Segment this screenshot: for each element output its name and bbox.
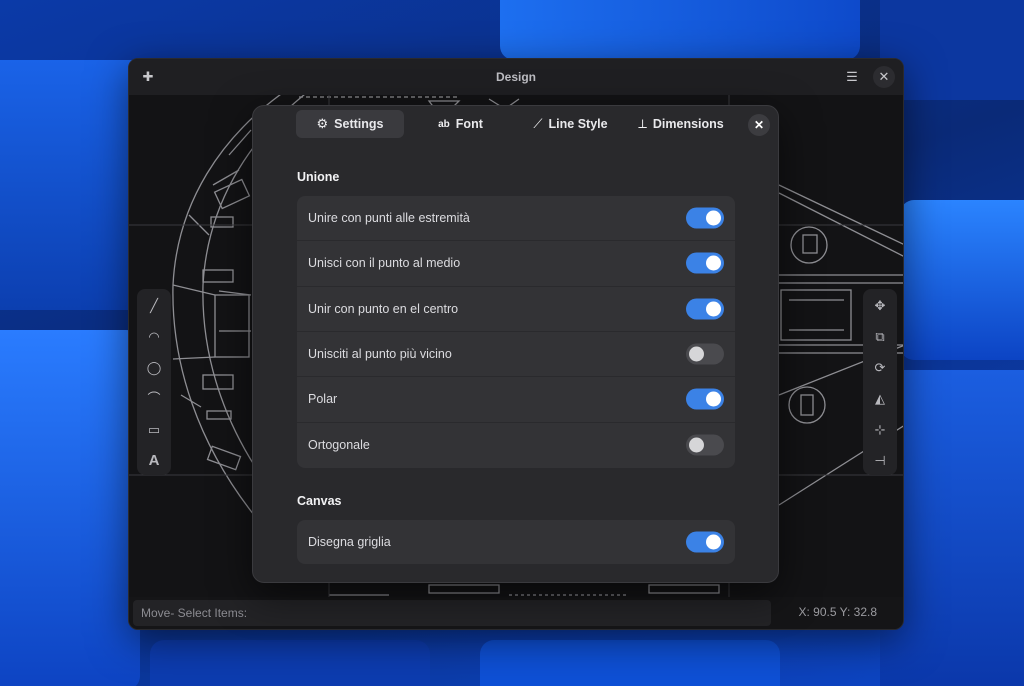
gear-icon: ⚙: [316, 116, 329, 131]
modify-tools-toolbar: ✥ ⧉ ⟳ ◭ ⊹ ⊣: [863, 289, 897, 475]
mirror-tool-icon[interactable]: ◭: [869, 388, 891, 409]
tab-label: Font: [455, 117, 483, 131]
toggle-switch[interactable]: [686, 388, 724, 410]
copy-tool-icon[interactable]: ⧉: [869, 326, 891, 347]
rectangle-tool-icon[interactable]: ▭: [143, 419, 165, 440]
toggle-knob: [706, 210, 721, 226]
line-tool-icon[interactable]: ╱: [143, 295, 165, 316]
setting-label: Unir con punto en el centro: [308, 301, 459, 316]
toggle-switch[interactable]: [686, 434, 724, 456]
setting-label: Ortogonale: [308, 438, 370, 453]
font-icon: ab: [438, 118, 450, 130]
wallpaper-shape: [500, 0, 860, 60]
setting-row: Unisciti al punto più vicino: [297, 332, 735, 378]
toggle-knob: [689, 346, 704, 362]
tab-font[interactable]: ab Font: [423, 110, 498, 138]
wallpaper-shape: [900, 200, 1024, 360]
setting-row: Unire con punti alle estremità: [297, 196, 735, 242]
hamburger-menu-icon[interactable]: ☰: [841, 66, 863, 88]
setting-row: Ortogonale: [297, 423, 735, 468]
setting-row: Unir con punto en el centro: [297, 287, 735, 332]
canvas-settings-group: Disegna griglia: [297, 520, 735, 564]
section-title-canvas: Canvas: [297, 494, 342, 508]
setting-label: Polar: [308, 392, 338, 407]
tab-label: Dimensions: [652, 117, 724, 131]
extend-tool-icon[interactable]: ⊣: [869, 450, 891, 471]
toggle-knob: [706, 255, 721, 271]
union-settings-group: Unire con punti alle estremità Unisci con…: [297, 196, 735, 468]
setting-label: Unisci con il punto al medio: [308, 256, 461, 271]
tab-label: Settings: [334, 117, 384, 131]
move-tool-icon[interactable]: ✥: [869, 295, 891, 316]
curve-tool-icon[interactable]: ⌒: [143, 388, 165, 409]
arc-tool-icon[interactable]: ◠: [143, 326, 165, 347]
line-style-icon: ⟋: [533, 116, 543, 131]
status-bar: Move- Select Items: X: 90.5 Y: 32.8: [129, 597, 903, 629]
settings-dialog: ⚙ Settings ab Font ⟋ Line Style ⟂ Dimens…: [252, 105, 779, 583]
setting-label: Unire con punti alle estremità: [308, 211, 470, 226]
text-tool-icon[interactable]: A: [143, 450, 165, 471]
circle-tool-icon[interactable]: ◯: [143, 357, 165, 378]
cursor-coordinates: X: 90.5 Y: 32.8: [798, 605, 877, 619]
toggle-switch[interactable]: [686, 531, 724, 553]
toggle-knob: [706, 301, 721, 317]
dialog-tabs: ⚙ Settings ab Font ⟋ Line Style ⟂ Dimens…: [253, 106, 778, 142]
drawing-tools-toolbar: ╱ ◠ ◯ ⌒ ▭ A: [137, 289, 171, 475]
setting-label: Unisciti al punto più vicino: [308, 347, 452, 362]
toggle-switch[interactable]: [686, 252, 724, 274]
window-title: Design: [495, 70, 536, 84]
trim-tool-icon[interactable]: ⊹: [869, 419, 891, 440]
setting-row: Polar: [297, 377, 735, 423]
tab-label: Line Style: [548, 117, 608, 131]
section-title-union: Unione: [297, 170, 340, 184]
setting-row: Unisci con il punto al medio: [297, 241, 735, 287]
toggle-knob: [706, 534, 721, 550]
tab-line-style[interactable]: ⟋ Line Style: [523, 110, 618, 138]
rotate-tool-icon[interactable]: ⟳: [869, 357, 891, 378]
toggle-switch[interactable]: [686, 298, 724, 320]
toggle-knob: [689, 437, 704, 453]
toggle-knob: [706, 391, 721, 407]
titlebar: ✚ Design ☰ ✕: [129, 59, 903, 95]
wallpaper-shape: [480, 640, 780, 686]
wallpaper-shape: [150, 640, 430, 686]
setting-label: Disegna griglia: [308, 535, 391, 549]
dialog-close-button[interactable]: ✕: [748, 114, 770, 136]
toggle-switch[interactable]: [686, 207, 724, 229]
setting-row: Disegna griglia: [297, 520, 735, 564]
status-message: Move- Select Items:: [133, 600, 771, 626]
tab-dimensions[interactable]: ⟂ Dimensions: [631, 110, 731, 138]
toggle-switch[interactable]: [686, 343, 724, 365]
window-close-button[interactable]: ✕: [873, 66, 895, 88]
tab-settings[interactable]: ⚙ Settings: [296, 110, 404, 138]
wallpaper-shape: [0, 330, 140, 686]
ruler-icon: ⟂: [638, 116, 647, 131]
